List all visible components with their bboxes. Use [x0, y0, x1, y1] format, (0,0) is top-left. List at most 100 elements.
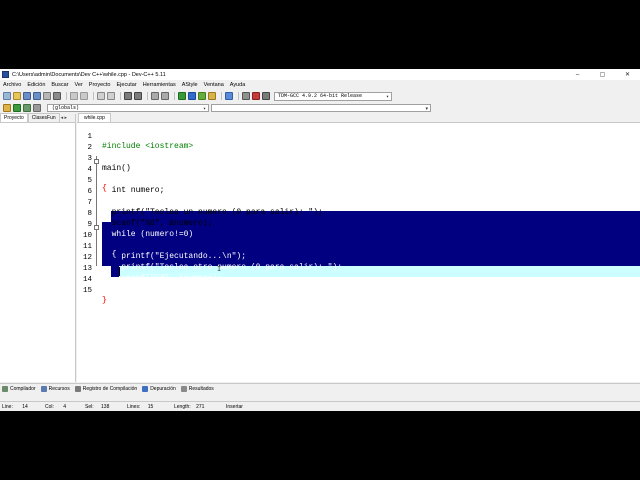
chevron-down-icon: ▾	[385, 93, 389, 100]
goto-bookmark-icon[interactable]	[161, 92, 169, 100]
code-line-selected: 14 }	[77, 266, 640, 294]
scope-select[interactable]: (globals) ▾	[47, 103, 209, 112]
close-file-icon[interactable]	[43, 92, 51, 100]
menu-ventana[interactable]: Ventana	[204, 82, 224, 88]
tab-compilador[interactable]: Compilador	[2, 385, 36, 392]
project-options-icon[interactable]	[33, 103, 41, 112]
tab-scroll-arrows[interactable]: ◂ ▸	[61, 115, 67, 121]
bottom-panel	[0, 393, 640, 401]
fold-toggle-icon[interactable]: −	[94, 159, 99, 164]
project-browser-panel: Proyecto ClasesFun ◂ ▸	[0, 113, 76, 382]
toolbar-separator	[238, 92, 239, 100]
toolbar-separator	[174, 92, 175, 100]
status-bar: Line: 14 Col: 4 Sel: 138 Lines: 15 Lengt…	[0, 401, 640, 411]
grid-icon	[2, 385, 8, 392]
code-line: 3 main()	[77, 145, 640, 173]
chevron-down-icon: ▾	[202, 105, 206, 112]
menu-herramientas[interactable]: Herramientas	[143, 82, 176, 88]
code-editor[interactable]: 1 #include <iostream> 2 3 main() 4 − { 5…	[77, 123, 640, 382]
menu-edicion[interactable]: Edición	[27, 82, 45, 88]
stop-execution-icon[interactable]	[242, 92, 250, 100]
status-length: Length: 271	[174, 404, 204, 410]
run-icon[interactable]	[188, 92, 196, 100]
close-button[interactable]: ✕	[615, 69, 640, 80]
status-lines-value: 15	[147, 404, 154, 410]
menu-ayuda[interactable]: Ayuda	[230, 82, 246, 88]
new-file-icon[interactable]	[3, 92, 11, 100]
menu-ejecutar[interactable]: Ejecutar	[117, 82, 137, 88]
code-editor-area: while.cpp 1 #include <iostream> 2 3 main…	[77, 113, 640, 382]
debug-icon[interactable]	[252, 92, 260, 100]
minimize-button[interactable]: –	[565, 69, 590, 80]
tab-registro-compilacion[interactable]: Registro de Compilación	[74, 385, 137, 392]
chevron-down-icon: ▾	[425, 105, 428, 112]
maximize-button[interactable]: ▢	[590, 69, 615, 80]
tab-proyecto[interactable]: Proyecto	[0, 113, 28, 122]
tab-recursos[interactable]: Recursos	[40, 385, 70, 392]
code-line-selected: 12 printf("Teclea otro numero (0 para sa…	[77, 244, 640, 272]
status-sel-value: 138	[101, 404, 110, 410]
status-sel-label: Sel:	[85, 404, 94, 410]
menu-proyecto[interactable]: Proyecto	[89, 82, 111, 88]
indent-icon[interactable]	[124, 92, 132, 100]
code-line: 6	[77, 178, 640, 196]
status-lines-label: Lines:	[127, 404, 141, 410]
toolbar-separator	[221, 92, 222, 100]
new-project-icon[interactable]	[3, 103, 11, 112]
code-line: 2	[77, 134, 640, 152]
status-col-label: Col:	[45, 404, 54, 410]
status-length-value: 271	[196, 404, 205, 410]
status-length-label: Length:	[174, 404, 191, 410]
menu-buscar[interactable]: Buscar	[51, 82, 68, 88]
status-lines: Lines: 15	[127, 404, 153, 410]
menu-astyle[interactable]: AStyle	[182, 82, 198, 88]
open-folder-icon[interactable]	[13, 92, 21, 100]
log-icon	[74, 385, 81, 392]
scope-select-value: (globals)	[52, 104, 80, 111]
tab-resultados[interactable]: Resultados	[180, 385, 214, 392]
editor-tabs: while.cpp	[77, 113, 640, 123]
profile-icon[interactable]	[262, 92, 270, 100]
save-all-icon[interactable]	[33, 92, 41, 100]
status-line-label: Line:	[2, 404, 13, 410]
tab-while-cpp[interactable]: while.cpp	[78, 113, 111, 122]
fold-toggle-icon[interactable]: −	[94, 225, 99, 230]
left-panel-tabs: Proyecto ClasesFun ◂ ▸	[0, 113, 75, 123]
compiler-select-value: TDM-GCC 4.9.2 64-bit Release	[278, 93, 363, 99]
code-line-selected: 10 − {	[77, 222, 640, 259]
tab-fun-label: Fun	[47, 115, 56, 121]
debug-check-icon	[142, 385, 149, 392]
tab-depuracion[interactable]: Depuración	[142, 385, 176, 392]
find-icon[interactable]	[97, 92, 105, 100]
tab-clases-label: Clases	[31, 115, 48, 121]
replace-icon[interactable]	[107, 92, 115, 100]
code-line-selected: 11 printf("Ejecutando...\n");	[77, 233, 640, 261]
check-syntax-icon[interactable]	[225, 92, 233, 100]
undo-icon[interactable]	[70, 92, 78, 100]
status-sel: Sel: 138	[85, 404, 109, 410]
compile-icon[interactable]	[178, 92, 186, 100]
devcpp-app-icon	[2, 71, 9, 78]
menu-archivo[interactable]: Archivo	[3, 82, 21, 88]
toolbar-separator	[66, 92, 67, 100]
devcpp-window: C:\Users\admin\Documents\Dev C++\while.c…	[0, 69, 640, 411]
add-to-project-icon[interactable]	[13, 103, 21, 112]
compiler-select[interactable]: TDM-GCC 4.9.2 64-bit Release ▾	[274, 91, 392, 101]
remove-from-project-icon[interactable]	[23, 103, 31, 112]
print-icon[interactable]	[53, 92, 61, 100]
redo-icon[interactable]	[80, 92, 88, 100]
toolbar-separator	[93, 92, 94, 100]
code-line: 4 − {	[77, 156, 640, 193]
menu-ver[interactable]: Ver	[75, 82, 83, 88]
rebuild-all-icon[interactable]	[208, 92, 216, 100]
symbol-select[interactable]: ▾	[211, 103, 431, 112]
status-insert-mode: Insertar	[226, 404, 243, 410]
unindent-icon[interactable]	[134, 92, 142, 100]
tab-clases[interactable]: ClasesFun	[27, 113, 60, 122]
compile-run-icon[interactable]	[198, 92, 206, 100]
search-results-icon	[180, 385, 187, 392]
save-icon[interactable]	[23, 92, 31, 100]
toggle-bookmark-icon[interactable]	[151, 92, 159, 100]
bottom-panel-tabs: Compilador Recursos Registro de Compilac…	[0, 383, 640, 393]
line-number: 15	[82, 287, 92, 295]
